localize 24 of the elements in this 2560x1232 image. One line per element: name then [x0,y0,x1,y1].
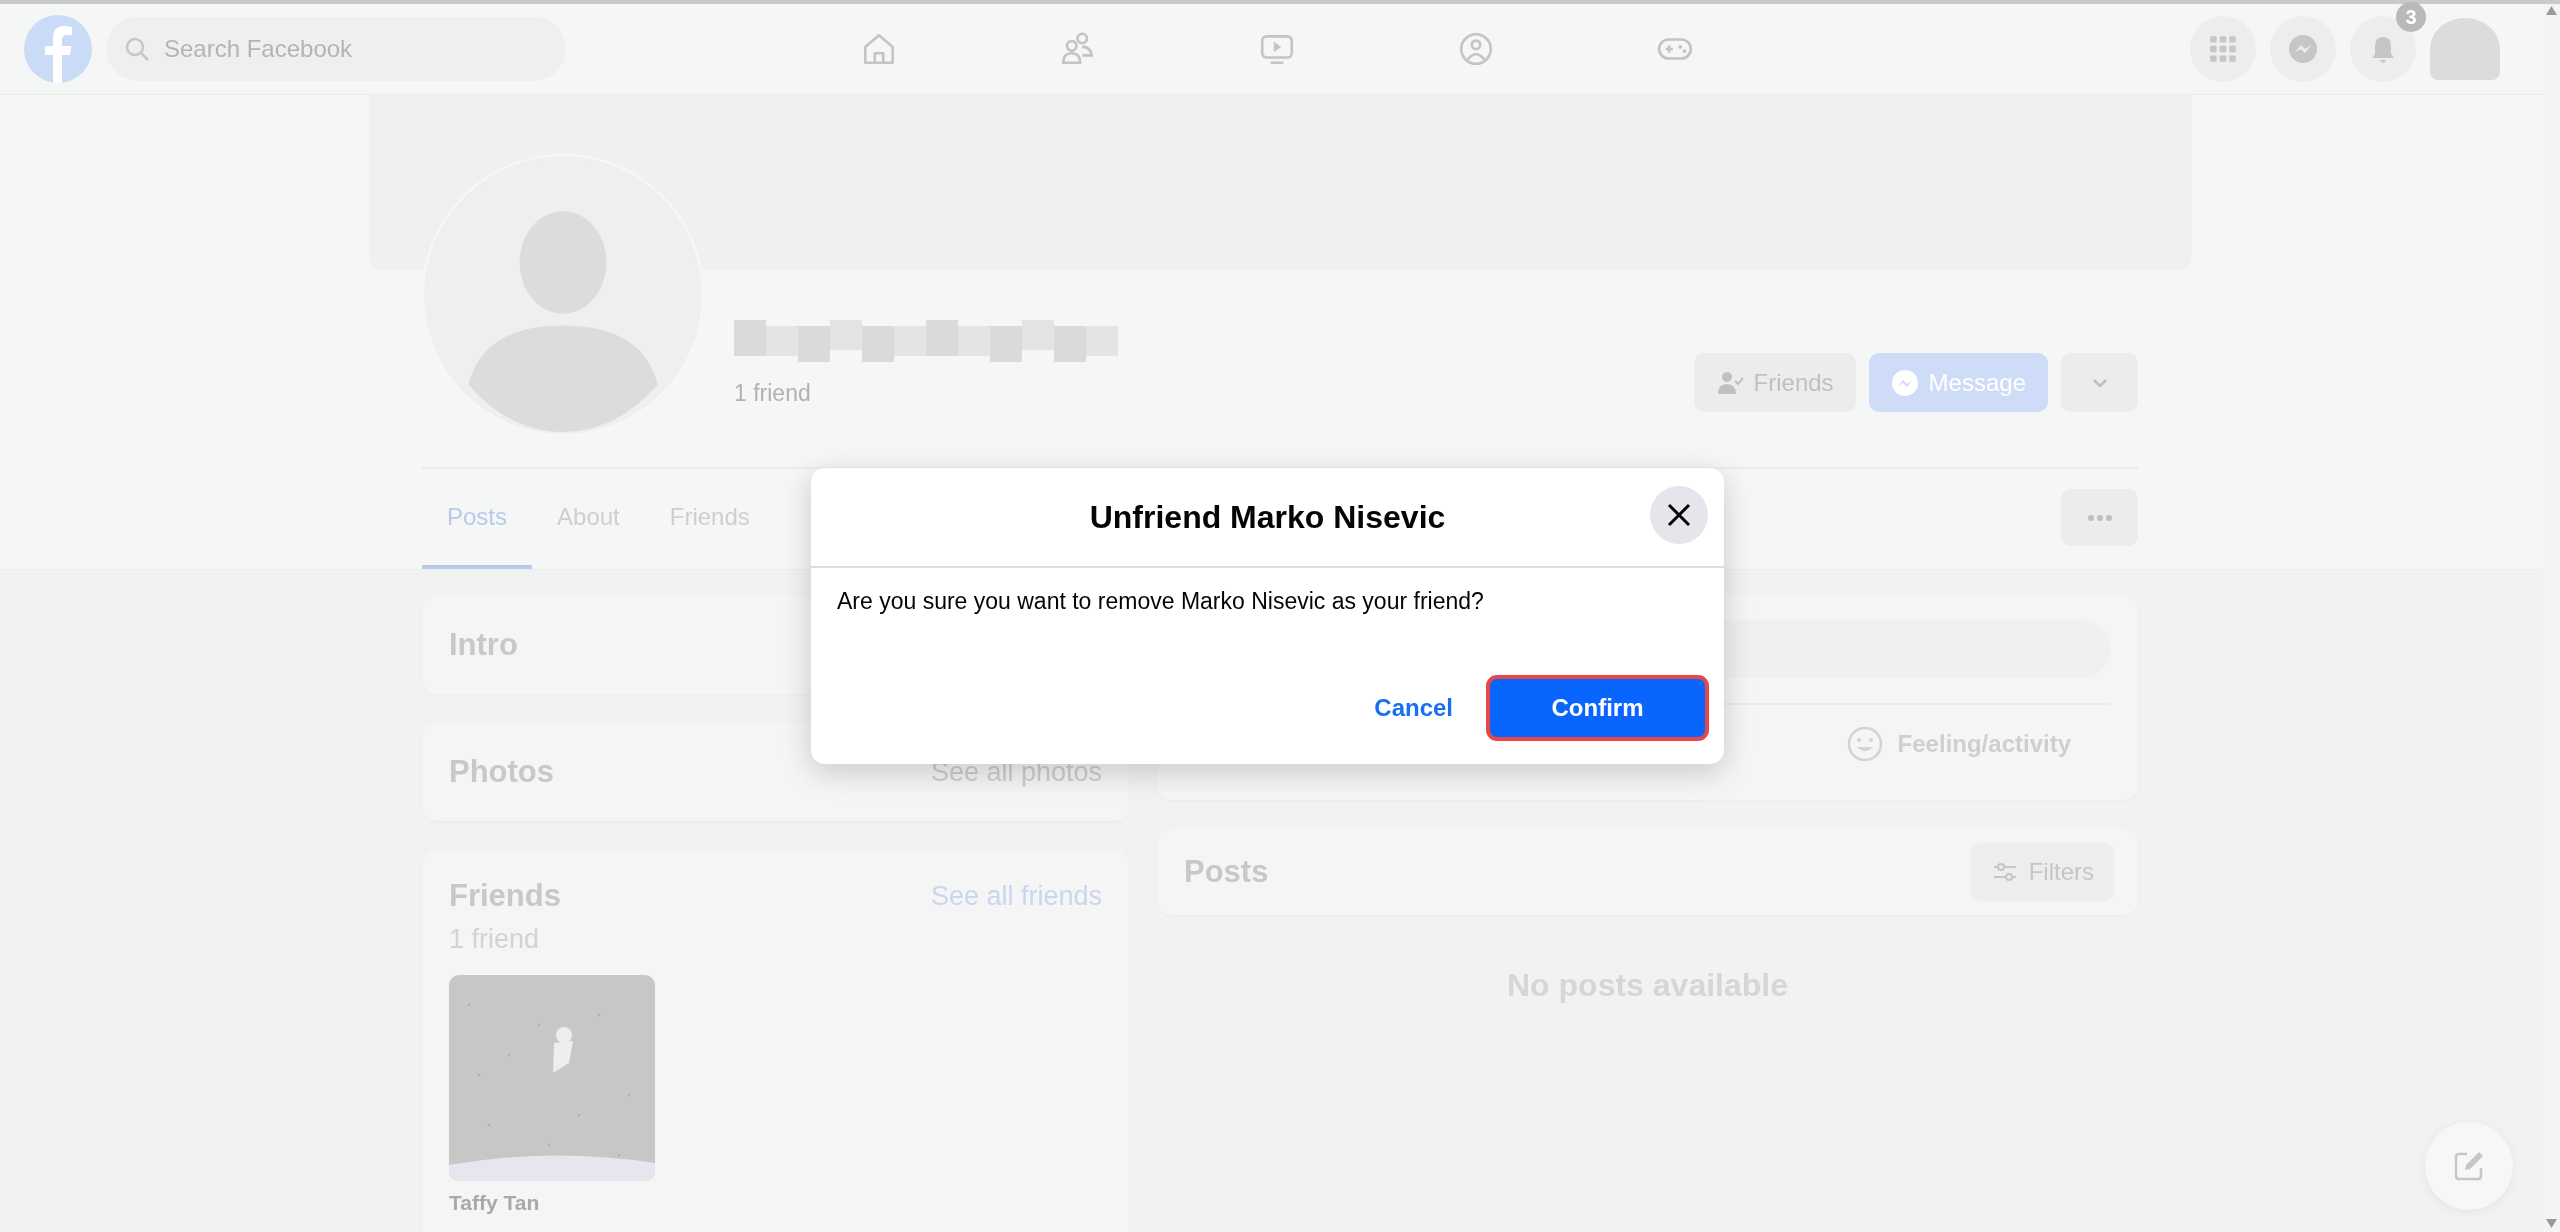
notification-badge: 3 [2396,2,2426,32]
more-button[interactable] [2061,489,2138,547]
dialog-message: Are you sure you want to remove Marko Nisevic as your friend? [836,587,1485,616]
friend-count: 1 friend [734,380,812,407]
dialog-title: Unfriend Marko Nisevic [1089,498,1446,536]
search-icon [124,36,150,62]
groups-icon[interactable] [1457,30,1495,68]
messenger-icon [2287,33,2319,65]
messenger-icon [1890,368,1919,397]
scroll-up-icon[interactable] [2546,6,2557,15]
logo-icon[interactable] [24,15,92,83]
account-avatar[interactable] [2430,18,2500,80]
search-field[interactable]: Search Facebook [106,17,566,81]
grid-icon [2207,33,2239,65]
chevron-down-icon [2091,377,2108,388]
close-icon [1666,502,1692,528]
cancel-button[interactable]: Cancel [1358,684,1469,732]
scroll-down-icon[interactable] [2546,1219,2557,1228]
smiley-icon [1845,725,1884,763]
ellipsis-icon [2086,514,2113,522]
friend-name[interactable]: Taffy Tan [449,1191,655,1215]
dropdown-button[interactable] [2061,353,2138,412]
profile-tab[interactable]: Posts [422,469,533,569]
confirm-button[interactable]: Confirm [1489,678,1706,738]
